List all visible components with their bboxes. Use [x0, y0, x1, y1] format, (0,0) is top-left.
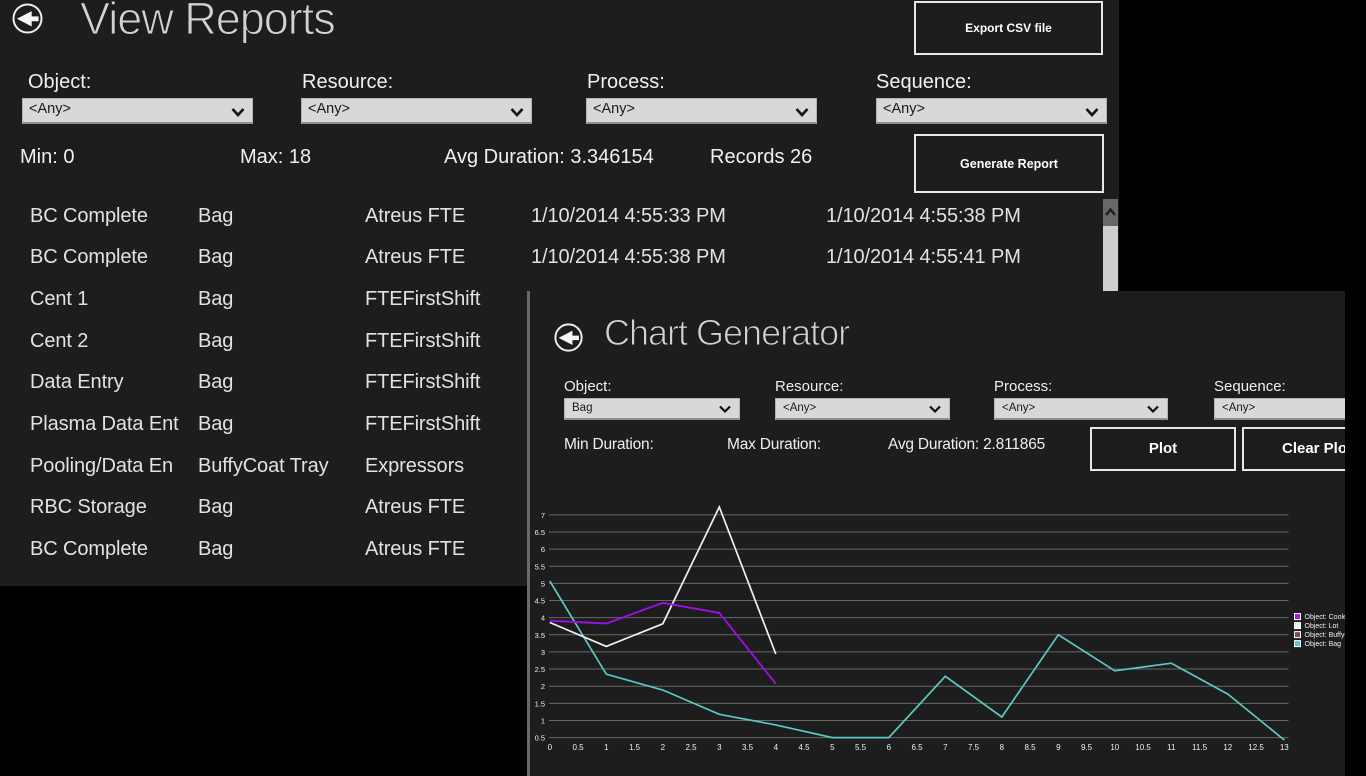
svg-text:1.5: 1.5 — [629, 743, 641, 752]
svg-text:11: 11 — [1167, 743, 1176, 752]
svg-text:1: 1 — [541, 716, 545, 725]
svg-text:13: 13 — [1280, 743, 1289, 752]
svg-text:6: 6 — [887, 743, 892, 752]
svg-text:6.5: 6.5 — [535, 528, 545, 537]
svg-text:0.5: 0.5 — [535, 734, 545, 743]
svg-text:7: 7 — [541, 511, 545, 520]
svg-text:Object: BuffyC: Object: BuffyC — [1305, 632, 1346, 639]
svg-text:10.5: 10.5 — [1135, 743, 1151, 752]
svg-text:5: 5 — [541, 579, 545, 588]
svg-text:Object: Bag: Object: Bag — [1305, 641, 1342, 648]
svg-text:1: 1 — [604, 743, 609, 752]
svg-text:7: 7 — [943, 743, 948, 752]
svg-text:0.5: 0.5 — [572, 743, 584, 752]
svg-text:4.5: 4.5 — [798, 743, 810, 752]
svg-text:6.5: 6.5 — [911, 743, 923, 752]
svg-text:4.5: 4.5 — [535, 597, 545, 606]
svg-text:3: 3 — [541, 648, 545, 657]
svg-text:3: 3 — [717, 743, 722, 752]
svg-text:7.5: 7.5 — [968, 743, 980, 752]
svg-text:4: 4 — [541, 614, 545, 623]
svg-text:12.5: 12.5 — [1248, 743, 1264, 752]
svg-text:9.5: 9.5 — [1081, 743, 1093, 752]
svg-text:11.5: 11.5 — [1192, 743, 1208, 752]
svg-text:Object: Lot: Object: Lot — [1305, 623, 1339, 630]
svg-text:4: 4 — [774, 743, 779, 752]
svg-text:5.5: 5.5 — [535, 562, 545, 571]
svg-text:1.5: 1.5 — [535, 699, 545, 708]
svg-text:Object: Coole: Object: Coole — [1305, 614, 1346, 621]
svg-text:6: 6 — [541, 545, 545, 554]
svg-text:3.5: 3.5 — [742, 743, 754, 752]
svg-text:12: 12 — [1223, 743, 1232, 752]
svg-text:2: 2 — [661, 743, 666, 752]
svg-text:8: 8 — [1000, 743, 1005, 752]
svg-text:3.5: 3.5 — [535, 631, 545, 640]
svg-text:2.5: 2.5 — [685, 743, 697, 752]
svg-text:0: 0 — [548, 743, 553, 752]
svg-text:9: 9 — [1056, 743, 1061, 752]
svg-text:5.5: 5.5 — [855, 743, 867, 752]
svg-text:2.5: 2.5 — [535, 665, 545, 674]
svg-text:10: 10 — [1110, 743, 1119, 752]
svg-text:2: 2 — [541, 682, 545, 691]
svg-text:5: 5 — [830, 743, 835, 752]
svg-text:8.5: 8.5 — [1024, 743, 1036, 752]
